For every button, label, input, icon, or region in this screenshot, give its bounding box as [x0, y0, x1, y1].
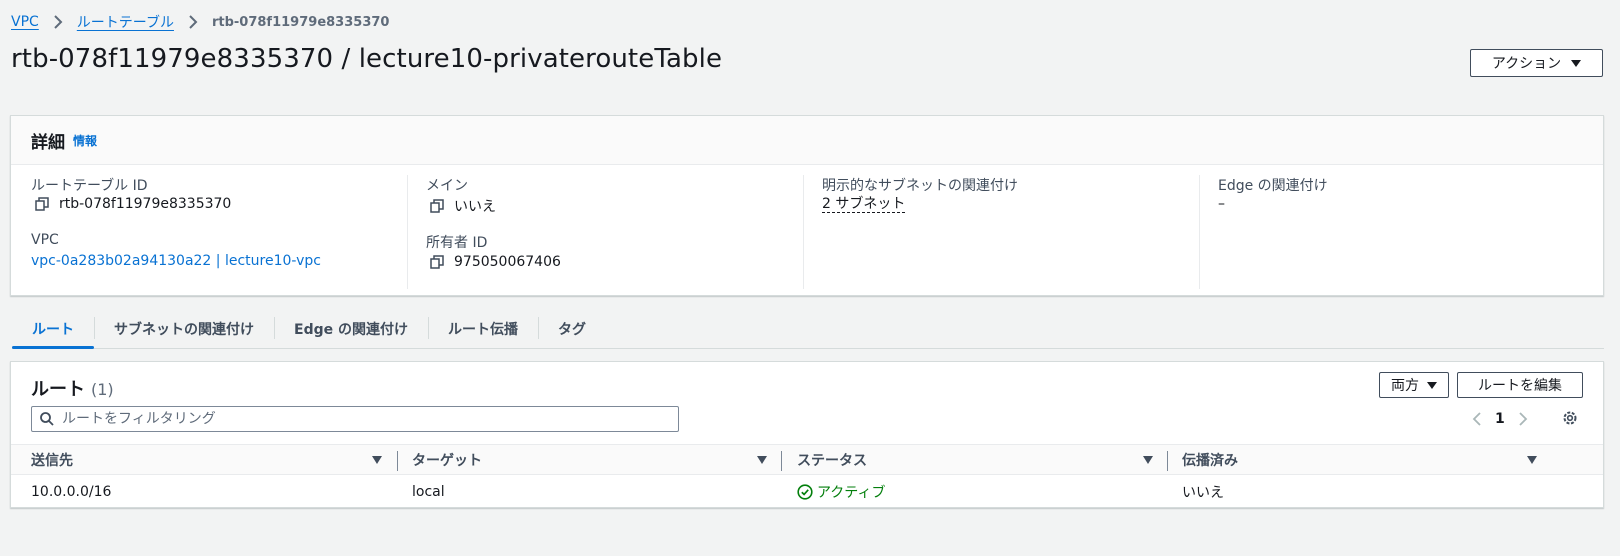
caret-down-icon: [1571, 59, 1582, 67]
tab-route-propagation[interactable]: ルート伝播: [427, 313, 538, 348]
details-column-3: 明示的なサブネットの関連付け 2 サブネット: [803, 175, 1187, 289]
explicit-subnet-wrap: 2 サブネット: [822, 196, 906, 213]
routes-panel: ルート (1) 両方 ルートを編集 1 送信先 ターゲット ステータス 伝播済み…: [10, 361, 1604, 508]
route-table-id: rtb-078f11979e8335370: [59, 196, 232, 212]
chevron-right-icon: [189, 15, 198, 29]
column-divider[interactable]: [397, 451, 398, 471]
direction-select-label: 両方: [1391, 378, 1419, 394]
owner-id-wrap: 975050067406: [430, 254, 561, 270]
breadcrumb-link-route-tables[interactable]: ルートテーブル: [77, 12, 174, 32]
column-header-target[interactable]: ターゲット: [412, 445, 482, 475]
details-heading: 詳細: [31, 132, 65, 153]
routes-count: (1): [91, 380, 114, 399]
actions-button-label: アクション: [1491, 56, 1562, 72]
main-label: メイン: [426, 178, 468, 194]
cell-target: local: [412, 484, 445, 500]
owner-id-value: 975050067406: [454, 254, 561, 270]
column-divider[interactable]: [1167, 451, 1168, 471]
details-header: 詳細 情報: [11, 116, 1603, 165]
route-table-id-label: ルートテーブル ID: [31, 178, 148, 194]
sort-icon[interactable]: [1143, 456, 1153, 464]
explicit-subnet-link[interactable]: 2 サブネット: [822, 196, 906, 213]
column-header-destination[interactable]: 送信先: [31, 445, 73, 475]
cell-propagated: いいえ: [1182, 485, 1224, 501]
sort-icon[interactable]: [757, 456, 767, 464]
sort-icon[interactable]: [1527, 456, 1537, 464]
status-text: アクティブ: [817, 485, 886, 501]
copy-icon[interactable]: [430, 199, 444, 213]
main-value: いいえ: [454, 199, 496, 215]
actions-button[interactable]: アクション: [1470, 49, 1603, 77]
gear-icon[interactable]: [1561, 409, 1579, 427]
sort-icon[interactable]: [372, 456, 382, 464]
edit-routes-button[interactable]: ルートを編集: [1457, 372, 1583, 398]
tab-bar: ルート サブネットの関連付け Edge の関連付け ルート伝播 タグ: [12, 313, 1604, 349]
cell-status: アクティブ: [797, 478, 885, 506]
details-column-2: メイン いいえ 所有者 ID 975050067406: [407, 175, 791, 289]
chevron-right-icon[interactable]: [1517, 411, 1529, 427]
owner-id-label: 所有者 ID: [426, 235, 488, 251]
column-header-status[interactable]: ステータス: [797, 445, 867, 475]
tab-routes[interactable]: ルート: [12, 313, 94, 349]
edge-association-label: Edge の関連付け: [1218, 178, 1328, 194]
route-table-id-value: rtb-078f11979e8335370: [35, 196, 231, 212]
details-panel: 詳細 情報 ルートテーブル ID rtb-078f11979e8335370 V…: [10, 115, 1604, 296]
edge-association-value: –: [1218, 196, 1225, 212]
main-value-wrap: いいえ: [430, 196, 496, 216]
vpc-link[interactable]: vpc-0a283b02a94130a22 | lecture10-vpc: [31, 253, 321, 269]
tab-edge-associations[interactable]: Edge の関連付け: [274, 313, 428, 348]
chevron-right-icon: [54, 15, 63, 29]
direction-select[interactable]: 両方: [1379, 372, 1449, 398]
breadcrumb-current: rtb-078f11979e8335370: [211, 14, 390, 30]
page-number[interactable]: 1: [1495, 411, 1505, 427]
routes-heading: ルート: [31, 379, 85, 400]
table-header: 送信先 ターゲット ステータス 伝播済み: [11, 444, 1603, 475]
breadcrumb-link-vpc[interactable]: VPC: [11, 14, 39, 30]
routes-header: ルート (1): [31, 375, 114, 401]
details-column-4: Edge の関連付け –: [1199, 175, 1589, 289]
caret-down-icon: [1427, 381, 1437, 389]
explicit-subnet-label: 明示的なサブネットの関連付け: [822, 178, 1018, 194]
details-column-1: ルートテーブル ID rtb-078f11979e8335370 VPC vpc…: [31, 175, 397, 289]
column-header-propagated[interactable]: 伝播済み: [1182, 445, 1238, 475]
page-title: rtb-078f11979e8335370 / lecture10-privat…: [11, 44, 723, 74]
vpc-label: VPC: [31, 232, 59, 248]
cell-destination: 10.0.0.0/16: [31, 484, 112, 500]
pagination: 1: [1471, 408, 1529, 430]
route-filter-input[interactable]: [62, 411, 652, 427]
search-icon: [40, 412, 54, 426]
tab-subnet-associations[interactable]: サブネットの関連付け: [94, 313, 274, 348]
copy-icon[interactable]: [35, 197, 49, 211]
column-divider[interactable]: [781, 451, 782, 471]
check-circle-icon: [797, 484, 813, 500]
chevron-left-icon[interactable]: [1471, 411, 1483, 427]
copy-icon[interactable]: [430, 255, 444, 269]
breadcrumb: VPC ルートテーブル rtb-078f11979e8335370: [11, 12, 389, 32]
route-filter: [31, 406, 679, 432]
info-link[interactable]: 情報: [73, 132, 97, 149]
tab-tags[interactable]: タグ: [537, 313, 606, 348]
